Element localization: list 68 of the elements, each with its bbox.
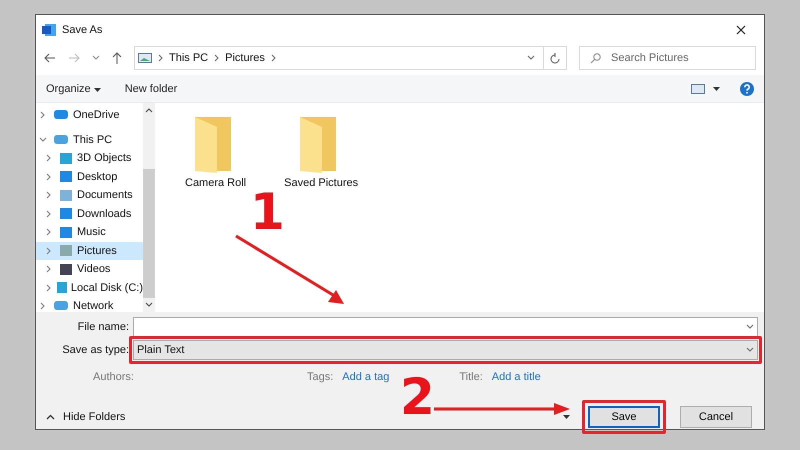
save-type-label: Save as type: [61,344,130,356]
dropdown-caret-icon[interactable] [746,324,754,330]
save-type-dropdown[interactable]: Plain Text [133,340,758,360]
sidebar-item[interactable]: Pictures [36,242,143,260]
folder-icon [59,226,73,239]
search-field[interactable]: Search Pictures [579,46,756,70]
add-title-link[interactable]: Add a title [492,371,541,383]
cancel-button[interactable]: Cancel [680,406,752,428]
folder-icon [59,262,73,276]
sidebar-item[interactable]: Videos [36,260,143,278]
view-icon[interactable] [691,84,705,94]
back-arrow-icon[interactable] [44,53,56,63]
sidebar-item[interactable]: Network [36,297,143,312]
breadcrumb[interactable]: Pictures [225,52,265,64]
sidebar-item[interactable]: This PC [36,130,143,149]
collapse-caret-icon[interactable] [46,414,55,420]
word-icon [42,23,56,37]
pictures-icon [138,53,152,63]
add-tag-link[interactable]: Add a tag [342,371,390,383]
drive-icon [53,300,69,312]
chevron-icon [214,54,220,62]
folder-item[interactable]: Camera Roll [185,115,246,189]
sidebar-item[interactable]: Downloads [36,204,143,223]
folder-icon [59,207,73,220]
folder-icon [56,281,67,294]
window-title: Save As [62,24,102,36]
refresh-icon [550,52,560,64]
folder-icon [59,244,73,258]
scrollbar[interactable] [143,103,155,312]
address-bar[interactable]: This PC Pictures [134,46,544,70]
folder-item[interactable]: Saved Pictures [284,115,358,189]
sidebar-item[interactable]: Documents [36,186,143,204]
sidebar-item[interactable]: Music [36,223,143,242]
drive-icon [53,109,69,122]
caret-icon [94,88,101,92]
dropdown-caret-icon[interactable] [527,55,535,61]
drive-icon [53,134,69,146]
sidebar-item[interactable]: OneDrive [36,106,143,124]
breadcrumb[interactable]: This PC [169,52,208,64]
dropdown-caret-icon[interactable] [746,346,754,352]
folder-icon [59,188,73,202]
chevron-icon [270,54,276,62]
file-name-field[interactable] [133,316,758,336]
chevron-icon [158,54,163,62]
step-number: 2 [400,372,435,422]
file-name-label: File name: [76,320,130,332]
folder-icon [59,170,73,184]
refresh-button[interactable] [543,46,567,70]
sidebar-item[interactable]: 3D Objects [36,149,143,168]
recent-caret-icon[interactable] [92,55,100,61]
hide-folders-button[interactable]: Hide Folders [63,411,126,423]
sidebar-item[interactable]: Desktop [36,168,143,186]
search-icon [590,52,601,64]
tags-label: Tags: [306,371,334,383]
save-button[interactable]: Save [588,406,660,428]
sidebar-item[interactable]: Local Disk (C:) [36,278,143,297]
title-label: Title: [459,371,483,383]
organize-menu[interactable]: Organize [46,82,101,94]
close-icon[interactable] [736,25,746,35]
up-arrow-icon[interactable] [112,52,122,64]
expand-caret-icon[interactable] [45,284,52,292]
new-folder-button[interactable]: New folder [124,82,178,94]
help-icon[interactable] [740,82,754,96]
view-caret-icon[interactable] [713,86,720,90]
authors-label: Authors: [93,371,134,383]
folder-icon [59,152,73,165]
expand-caret-icon[interactable] [39,136,49,144]
step-number: 1 [250,190,285,235]
